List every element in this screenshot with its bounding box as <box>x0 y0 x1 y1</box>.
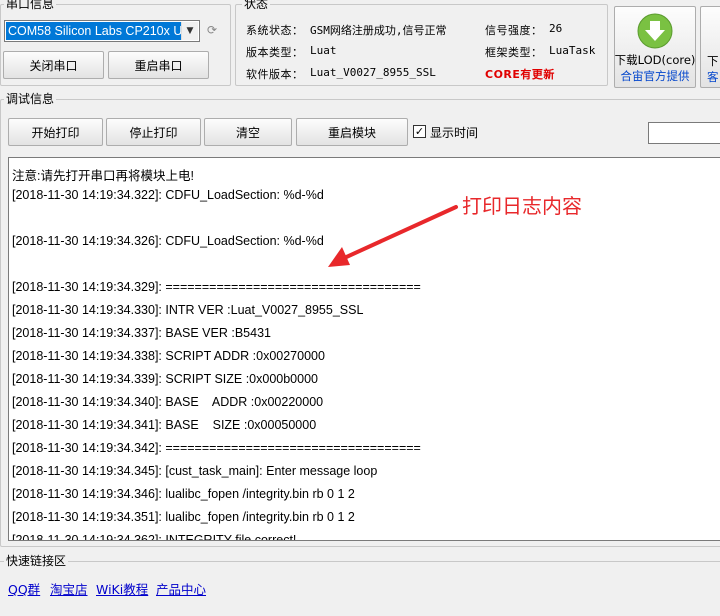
log-line: [2018-11-30 14:19:34.338]: SCRIPT ADDR :… <box>12 349 325 363</box>
log-line: [2018-11-30 14:19:34.342]: =============… <box>12 441 421 455</box>
download-button-2[interactable]: 下 客 <box>700 6 720 88</box>
log-line: [2018-11-30 14:19:34.326]: CDFU_LoadSect… <box>12 234 324 248</box>
taobao-link[interactable]: 淘宝店 <box>50 579 88 598</box>
show-time-label: 显示时间 <box>430 126 479 140</box>
annotation-arrow-icon <box>328 205 458 267</box>
product-center-link[interactable]: 产品中心 <box>156 579 206 598</box>
log-line: [2018-11-30 14:19:34.351]: lualibc_fopen… <box>12 510 355 524</box>
signal-value: 26 <box>549 22 563 35</box>
log-line: [2018-11-30 14:19:34.346]: lualibc_fopen… <box>12 487 355 501</box>
clear-button[interactable]: 清空 <box>204 118 292 146</box>
stop-print-button[interactable]: 停止打印 <box>106 118 201 146</box>
log-line: [2018-11-30 14:19:34.362]: INTEGRITY fil… <box>12 533 297 541</box>
log-line: [2018-11-30 14:19:34.322]: CDFU_LoadSect… <box>12 188 324 202</box>
download-button-line1: 下载LOD(core) <box>614 53 696 67</box>
serial-port-select[interactable]: COM58 Silicon Labs CP210x U ▼ <box>4 20 200 42</box>
log-line: 注意:请先打开串口再将模块上电! <box>12 169 194 183</box>
show-time-checkbox[interactable]: ✓ <box>413 125 426 138</box>
software-label: 软件版本： <box>246 68 304 81</box>
framework-label: 框架类型： <box>485 46 543 59</box>
restart-module-button[interactable]: 重启模块 <box>296 118 408 146</box>
log-line: [2018-11-30 14:19:34.345]: [cust_task_ma… <box>12 464 378 478</box>
software-value: Luat_V0027_8955_SSL <box>310 66 436 79</box>
sys-status-value: GSM网络注册成功,信号正常 <box>310 24 447 37</box>
restart-port-button[interactable]: 重启串口 <box>108 51 209 79</box>
status-group-title: 状态 <box>242 0 271 11</box>
log-line: [2018-11-30 14:19:34.340]: BASE ADDR :0x… <box>12 395 324 409</box>
framework-value: LuaTask <box>549 44 596 57</box>
close-port-button[interactable]: 关闭串口 <box>3 51 104 79</box>
version-type-value: Luat <box>310 44 337 57</box>
chevron-down-icon[interactable]: ▼ <box>181 22 198 40</box>
download-icon <box>637 13 673 49</box>
download-button-line2: 合宙官方提供 <box>620 69 690 83</box>
version-type-label: 版本类型： <box>246 46 304 59</box>
download-button-2-line2: 客 <box>707 70 719 84</box>
refresh-icon[interactable]: ⟳ <box>207 23 221 37</box>
log-line: [2018-11-30 14:19:34.329]: =============… <box>12 280 421 294</box>
quick-links-divider <box>0 561 720 562</box>
filter-input[interactable] <box>648 122 720 144</box>
serial-group-title: 串口信息 <box>4 0 57 11</box>
download-lod-button[interactable]: 下载LOD(core) 合宙官方提供 <box>614 6 696 88</box>
download-button-2-line1: 下 <box>707 54 719 68</box>
debug-group-title: 调试信息 <box>4 92 57 106</box>
log-line: [2018-11-30 14:19:34.341]: BASE SIZE :0x… <box>12 418 317 432</box>
start-print-button[interactable]: 开始打印 <box>8 118 103 146</box>
quick-links-title: 快速链接区 <box>4 554 69 568</box>
wiki-link[interactable]: WiKi教程 <box>96 579 148 598</box>
log-line: [2018-11-30 14:19:34.339]: SCRIPT SIZE :… <box>12 372 318 386</box>
qq-group-link[interactable]: QQ群 <box>8 579 40 598</box>
core-update-link[interactable]: CORE有更新 <box>485 66 555 82</box>
sys-status-label: 系统状态： <box>246 24 304 37</box>
signal-label: 信号强度： <box>485 24 543 37</box>
log-line: [2018-11-30 14:19:34.330]: INTR VER :Lua… <box>12 303 364 317</box>
log-line: [2018-11-30 14:19:34.337]: BASE VER :B54… <box>12 326 271 340</box>
serial-port-value: COM58 Silicon Labs CP210x U <box>6 22 182 40</box>
annotation-text: 打印日志内容 <box>462 194 582 218</box>
